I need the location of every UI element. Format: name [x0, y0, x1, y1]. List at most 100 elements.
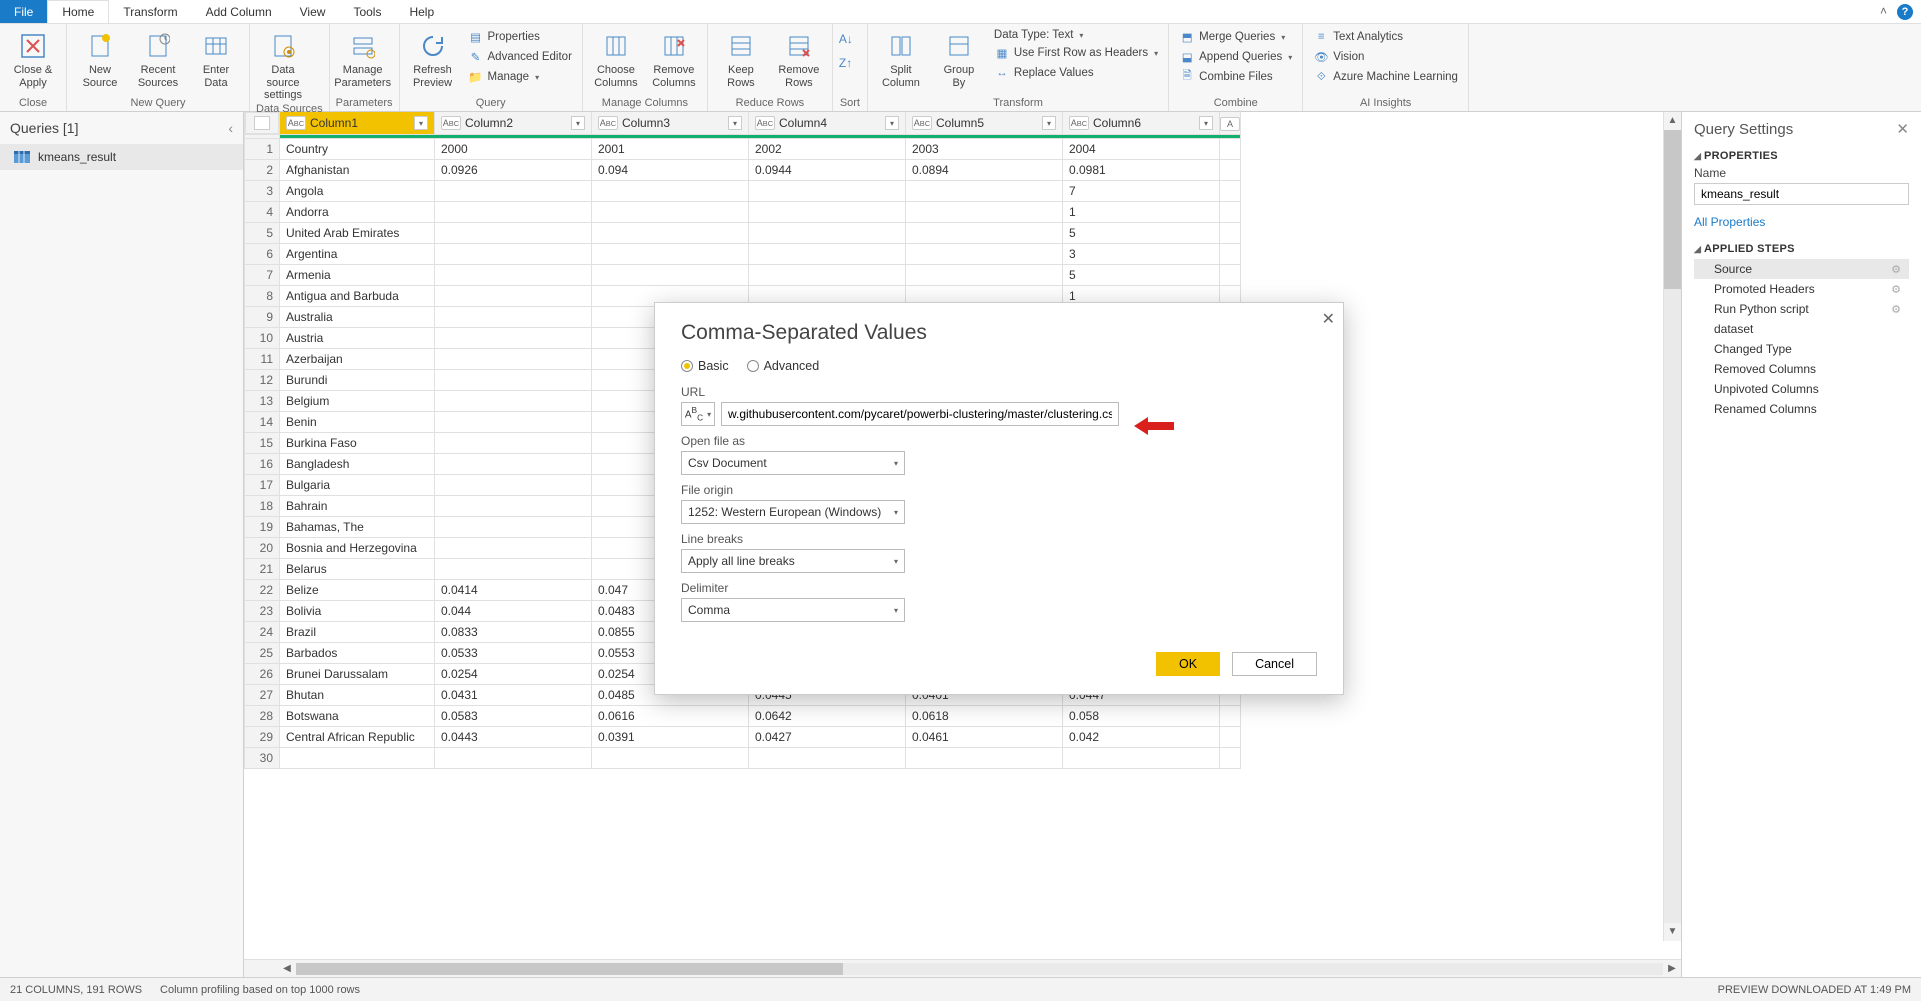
menu-file[interactable]: File [0, 0, 47, 23]
step-settings-icon[interactable]: ⚙ [1891, 303, 1901, 316]
properties-button[interactable]: ▤Properties [464, 28, 576, 46]
horizontal-scrollbar[interactable]: ◀ ▶ [244, 959, 1681, 977]
step-item[interactable]: Promoted Headers⚙ [1694, 279, 1909, 299]
keep-rows-button[interactable]: Keep Rows [714, 26, 768, 89]
menu-view[interactable]: View [286, 0, 340, 23]
menu-tools[interactable]: Tools [339, 0, 395, 23]
merge-queries-button[interactable]: ⬒Merge Queries▾ [1175, 28, 1296, 46]
step-item[interactable]: Source⚙ [1694, 259, 1909, 279]
type-badge-icon[interactable]: ABC [598, 116, 618, 130]
step-item[interactable]: Renamed Columns [1694, 399, 1909, 419]
menu-home[interactable]: Home [47, 0, 109, 23]
url-input[interactable] [721, 402, 1119, 426]
column-filter-dropdown[interactable]: ▾ [414, 116, 428, 130]
split-column-button[interactable]: Split Column [874, 26, 928, 89]
first-row-headers-button[interactable]: ▦Use First Row as Headers▾ [990, 44, 1162, 62]
sort-desc-icon[interactable]: Z↑ [839, 56, 861, 78]
table-row[interactable]: 28Botswana0.05830.06160.06420.06180.058 [245, 706, 1241, 727]
table-row[interactable]: 6Argentina3 [245, 244, 1241, 265]
type-badge-icon[interactable]: ABC [912, 116, 932, 130]
step-item[interactable]: Run Python script⚙ [1694, 299, 1909, 319]
query-item-kmeans[interactable]: kmeans_result [0, 144, 243, 170]
advanced-editor-button[interactable]: ✎Advanced Editor [464, 48, 576, 66]
all-properties-link[interactable]: All Properties [1694, 215, 1909, 229]
scroll-left-button[interactable]: ◀ [278, 963, 296, 974]
help-icon[interactable]: ? [1897, 4, 1913, 20]
column-filter-dropdown[interactable]: ▾ [571, 116, 585, 130]
refresh-preview-button[interactable]: Refresh Preview [406, 26, 460, 89]
enter-data-icon [200, 30, 232, 62]
manage-parameters-button[interactable]: Manage Parameters [336, 26, 390, 89]
step-settings-icon[interactable]: ⚙ [1891, 263, 1901, 276]
scroll-down-button[interactable]: ▼ [1664, 923, 1681, 941]
column-filter-dropdown[interactable]: ▾ [1042, 116, 1056, 130]
table-row[interactable]: 3Angola7 [245, 181, 1241, 202]
step-item[interactable]: Removed Columns [1694, 359, 1909, 379]
column-filter-dropdown[interactable]: ▾ [885, 116, 899, 130]
file-origin-select[interactable]: 1252: Western European (Windows)▾ [681, 500, 905, 524]
column-header[interactable]: ABCColumn1▾ [280, 112, 435, 135]
manage-button[interactable]: 📁Manage▾ [464, 68, 576, 86]
radio-basic[interactable]: Basic [681, 359, 729, 373]
dialog-close-button[interactable]: ✕ [1322, 309, 1335, 329]
column-header[interactable]: ABCColumn4▾ [749, 112, 906, 135]
data-type-button[interactable]: Data Type: Text▾ [990, 28, 1162, 42]
table-row[interactable]: 7Armenia5 [245, 265, 1241, 286]
table-row[interactable]: 4Andorra1 [245, 202, 1241, 223]
scroll-right-button[interactable]: ▶ [1663, 963, 1681, 974]
line-breaks-select[interactable]: Apply all line breaks▾ [681, 549, 905, 573]
queries-collapse-button[interactable]: ‹ [228, 120, 233, 136]
ok-button[interactable]: OK [1156, 652, 1220, 676]
text-analytics-button[interactable]: ≡Text Analytics [1309, 28, 1462, 46]
settings-close-button[interactable]: ✕ [1896, 120, 1909, 138]
table-row[interactable]: 2Afghanistan0.09260.0940.09440.08940.098… [245, 160, 1241, 181]
new-source-button[interactable]: New Source [73, 26, 127, 89]
vertical-scrollbar[interactable]: ▲ ▼ [1663, 112, 1681, 941]
cancel-button[interactable]: Cancel [1232, 652, 1317, 676]
enter-data-button[interactable]: Enter Data [189, 26, 243, 89]
table-row[interactable]: 5United Arab Emirates5 [245, 223, 1241, 244]
query-name-input[interactable] [1694, 183, 1909, 205]
radio-advanced[interactable]: Advanced [747, 359, 820, 373]
step-item[interactable]: dataset [1694, 319, 1909, 339]
menu-help[interactable]: Help [395, 0, 448, 23]
open-as-select[interactable]: Csv Document▾ [681, 451, 905, 475]
type-badge-icon[interactable]: ABC [1069, 116, 1089, 130]
column-filter-dropdown[interactable]: ▾ [1199, 116, 1213, 130]
column-header[interactable]: ABCColumn2▾ [435, 112, 592, 135]
select-all-corner[interactable] [254, 116, 270, 130]
table-row[interactable]: 30 [245, 748, 1241, 769]
menu-add-column[interactable]: Add Column [192, 0, 286, 23]
refresh-icon [417, 30, 449, 62]
data-source-settings-button[interactable]: Data source settings [256, 26, 310, 102]
step-item[interactable]: Changed Type [1694, 339, 1909, 359]
close-apply-button[interactable]: Close & Apply [6, 26, 60, 89]
append-queries-button[interactable]: ⬓Append Queries▾ [1175, 48, 1296, 66]
column-filter-dropdown[interactable]: ▾ [728, 116, 742, 130]
group-by-button[interactable]: Group By [932, 26, 986, 89]
type-badge-icon[interactable]: ABC [286, 116, 306, 130]
aml-button[interactable]: ⟐Azure Machine Learning [1309, 68, 1462, 86]
recent-sources-button[interactable]: Recent Sources [131, 26, 185, 89]
table-row[interactable]: 1Country20002001200220032004 [245, 139, 1241, 160]
menu-transform[interactable]: Transform [109, 0, 191, 23]
combine-files-button[interactable]: 🗎Combine Files [1175, 68, 1296, 86]
ribbon-collapse-caret[interactable]: ˄ [1874, 0, 1893, 23]
remove-rows-button[interactable]: Remove Rows [772, 26, 826, 89]
sort-asc-icon[interactable]: A↓ [839, 32, 861, 54]
column-header[interactable]: ABCColumn5▾ [906, 112, 1063, 135]
column-header[interactable]: ABCColumn6▾ [1063, 112, 1220, 135]
replace-values-button[interactable]: ↔Replace Values [990, 64, 1162, 82]
remove-columns-button[interactable]: Remove Columns [647, 26, 701, 89]
column-header[interactable]: ABCColumn3▾ [592, 112, 749, 135]
table-row[interactable]: 29Central African Republic0.04430.03910.… [245, 727, 1241, 748]
step-item[interactable]: Unpivoted Columns [1694, 379, 1909, 399]
choose-columns-button[interactable]: Choose Columns [589, 26, 643, 89]
vision-button[interactable]: 👁Vision [1309, 48, 1462, 66]
url-type-selector[interactable]: ABC▾ [681, 402, 715, 426]
step-settings-icon[interactable]: ⚙ [1891, 283, 1901, 296]
type-badge-icon[interactable]: ABC [441, 116, 461, 130]
scroll-up-button[interactable]: ▲ [1664, 112, 1681, 130]
type-badge-icon[interactable]: ABC [755, 116, 775, 130]
delimiter-select[interactable]: Comma▾ [681, 598, 905, 622]
